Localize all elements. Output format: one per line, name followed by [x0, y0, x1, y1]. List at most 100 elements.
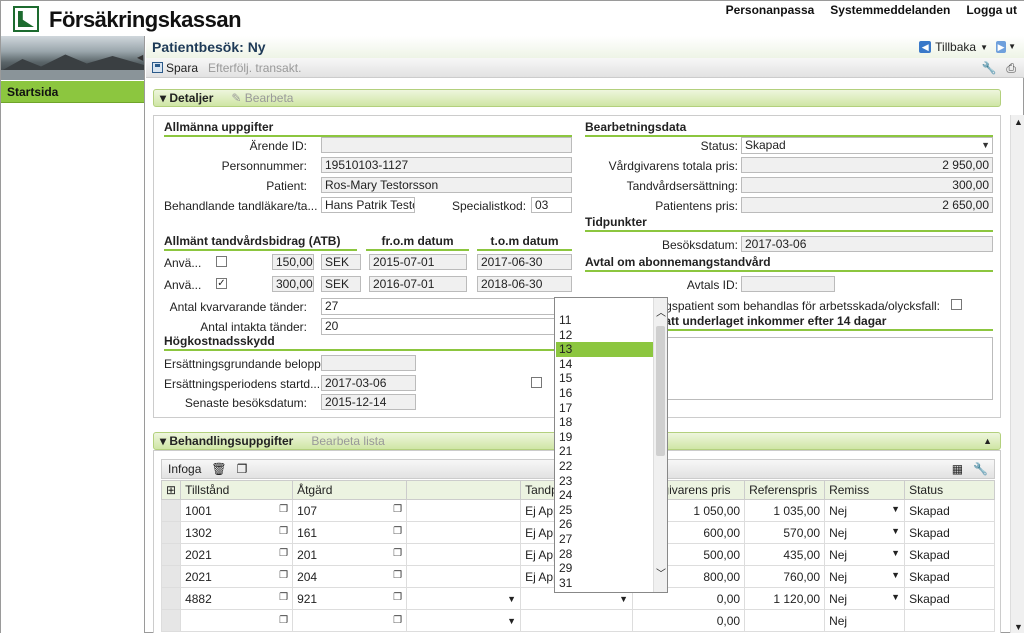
high-cost-checkbox[interactable]: [531, 377, 542, 388]
cell-remiss[interactable]: Nej ▼: [824, 499, 906, 522]
col-tillstand[interactable]: Tillstånd: [180, 480, 294, 500]
cell-status[interactable]: Skapad: [904, 521, 995, 544]
arende-field[interactable]: [321, 137, 572, 153]
cell-tillstand[interactable]: 1001 ❐: [180, 499, 294, 522]
open-lookup-icon[interactable]: ❐: [279, 570, 288, 581]
cell-hidden[interactable]: [406, 543, 522, 566]
cell-tillstand[interactable]: ❐: [180, 609, 294, 632]
cell-status[interactable]: Skapad: [904, 543, 995, 566]
open-lookup-icon[interactable]: ❐: [279, 592, 288, 603]
insert-button[interactable]: Infoga: [168, 462, 201, 476]
dropdown-option[interactable]: 25: [556, 503, 654, 518]
back-button[interactable]: ◀ Tillbaka ▼: [919, 40, 988, 54]
dropdown-option[interactable]: 14: [556, 357, 654, 372]
dropdown-option[interactable]: 22: [556, 459, 654, 474]
collapse-nav-icon[interactable]: ◀: [137, 53, 143, 62]
status-select[interactable]: Skapad ▼: [741, 137, 993, 154]
cell-atgard[interactable]: ❐: [292, 609, 408, 632]
cell-atgard[interactable]: 161 ❐: [292, 521, 408, 544]
dropdown-option[interactable]: 27: [556, 532, 654, 547]
cell-status[interactable]: Skapad: [904, 499, 995, 522]
row-selector[interactable]: [160, 543, 182, 566]
cell-refprice[interactable]: 435,00: [744, 543, 826, 566]
copy-icon[interactable]: ❐: [237, 462, 248, 476]
row-selector[interactable]: [160, 587, 182, 610]
dentist-field[interactable]: Hans Patrik Testor: [321, 197, 415, 213]
open-lookup-icon[interactable]: ❐: [279, 548, 288, 559]
logout-link[interactable]: Logga ut: [966, 3, 1017, 17]
settings-wrench-icon[interactable]: 🔧: [973, 462, 988, 476]
edit-list-button[interactable]: Bearbeta lista: [311, 434, 384, 448]
cell-tillstand[interactable]: 2021 ❐: [180, 543, 294, 566]
open-lookup-icon[interactable]: ❐: [393, 548, 402, 559]
row-selector[interactable]: [160, 521, 182, 544]
dropdown-scroll-up-icon[interactable]: ︿: [656, 304, 666, 319]
trash-icon[interactable]: 🗑: [211, 462, 226, 476]
dropdown-option[interactable]: 17: [556, 401, 654, 416]
dropdown-scroll-thumb[interactable]: [656, 326, 665, 456]
dropdown-option[interactable]: 24: [556, 488, 654, 503]
dropdown-option[interactable]: 28: [556, 547, 654, 562]
dropdown-option[interactable]: 15: [556, 371, 654, 386]
intact-teeth-select[interactable]: 20▼: [321, 318, 572, 335]
row-selector[interactable]: [160, 609, 182, 632]
row-selector[interactable]: [160, 565, 182, 588]
dropdown-scroll-down-icon[interactable]: ﹀: [656, 565, 666, 580]
open-lookup-icon[interactable]: ❐: [393, 526, 402, 537]
atb-row2-checkbox[interactable]: ✓: [216, 278, 227, 289]
row-selector[interactable]: [160, 499, 182, 522]
cell-remiss[interactable]: Nej: [824, 609, 906, 632]
open-lookup-icon[interactable]: ❐: [279, 504, 288, 515]
open-lookup-icon[interactable]: ❐: [393, 615, 402, 626]
injury-checkbox[interactable]: [951, 299, 962, 310]
cell-hidden[interactable]: [406, 521, 522, 544]
cell-status[interactable]: [904, 609, 995, 632]
dropdown-option[interactable]: 29: [556, 561, 654, 576]
cell-atgard[interactable]: 107 ❐: [292, 499, 408, 522]
personalize-wrench-icon[interactable]: 🔧: [981, 61, 996, 76]
col-refprice[interactable]: Referenspris: [744, 480, 826, 500]
cell-tillstand[interactable]: 1302 ❐: [180, 521, 294, 544]
atb-row1-checkbox[interactable]: [216, 256, 227, 267]
col-status[interactable]: Status: [904, 480, 995, 500]
cell-refprice[interactable]: 760,00: [744, 565, 826, 588]
cell-refprice[interactable]: 1 120,00: [744, 587, 826, 610]
chevron-down-icon[interactable]: ▼: [507, 594, 516, 604]
chevron-down-icon[interactable]: ▼: [507, 616, 516, 626]
cell-refprice[interactable]: 1 035,00: [744, 499, 826, 522]
personalize-link[interactable]: Personanpassa: [726, 3, 815, 17]
cell-hidden[interactable]: ▼: [406, 609, 522, 632]
dropdown-option[interactable]: 12: [556, 328, 654, 343]
chevron-down-icon[interactable]: ▼: [619, 594, 628, 604]
open-lookup-icon[interactable]: ❐: [393, 504, 402, 515]
export-icon[interactable]: ▦: [952, 462, 963, 476]
dropdown-scrollbar[interactable]: ︿ ﹀: [653, 298, 667, 592]
collapse-section-icon[interactable]: ▲: [983, 436, 992, 446]
cell-remiss[interactable]: Nej ▼: [824, 565, 906, 588]
cell-tandposition[interactable]: [520, 609, 634, 632]
cell-atgard[interactable]: 204 ❐: [292, 565, 408, 588]
cell-remiss[interactable]: Nej ▼: [824, 543, 906, 566]
personnr-field[interactable]: 19510103-1127: [321, 157, 572, 173]
cell-hidden[interactable]: [406, 499, 522, 522]
nav-item-startsida[interactable]: Startsida: [1, 81, 144, 103]
scroll-up-icon[interactable]: ▲: [1014, 117, 1023, 127]
dropdown-option[interactable]: 16: [556, 386, 654, 401]
cell-refprice[interactable]: [744, 609, 826, 632]
visit-date-field[interactable]: 2017-03-06: [741, 236, 993, 252]
system-messages-link[interactable]: Systemmeddelanden: [830, 3, 950, 17]
cell-atgard[interactable]: 921 ❐: [292, 587, 408, 610]
open-lookup-icon[interactable]: ❐: [393, 592, 402, 603]
cell-atgard[interactable]: 201 ❐: [292, 543, 408, 566]
cell-price[interactable]: 0,00: [632, 609, 746, 632]
main-scrollbar[interactable]: ▲ ▼: [1010, 115, 1024, 633]
select-all-icon[interactable]: ⊞: [160, 480, 182, 500]
cell-remiss[interactable]: Nej ▼: [824, 587, 906, 610]
dropdown-option[interactable]: 26: [556, 517, 654, 532]
chevron-down-icon[interactable]: ▼: [891, 548, 900, 558]
col-remiss[interactable]: Remiss: [824, 480, 906, 500]
details-section-header[interactable]: ▾ Detaljer ✎ Bearbeta: [153, 89, 1001, 107]
remaining-teeth-select[interactable]: 27▼: [321, 298, 572, 315]
cell-refprice[interactable]: 570,00: [744, 521, 826, 544]
cell-hidden[interactable]: ▼: [406, 587, 522, 610]
